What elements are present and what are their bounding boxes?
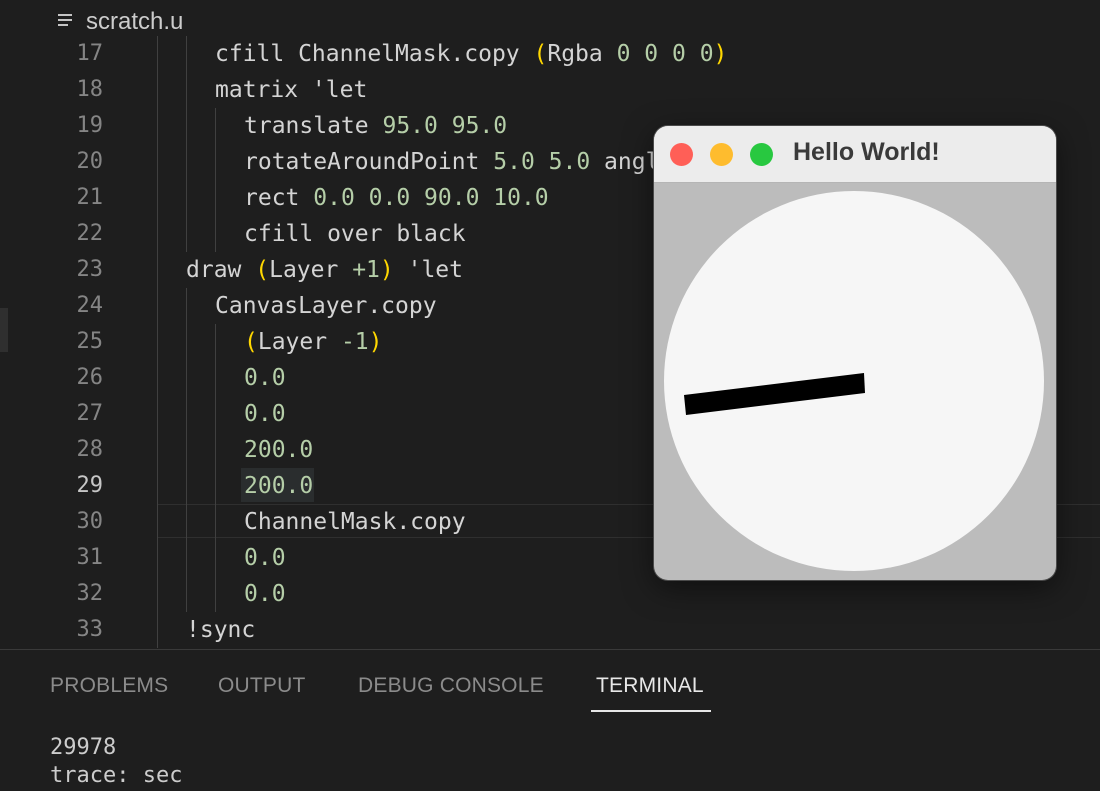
line-number: 31 xyxy=(76,545,104,570)
code-text: 200.0 xyxy=(244,468,313,504)
zoom-window-icon[interactable] xyxy=(750,143,773,166)
line-number: 22 xyxy=(76,221,104,246)
code-text: draw (Layer +1) 'let xyxy=(186,252,463,288)
code-text: 0.0 xyxy=(244,396,286,432)
line-number: 20 xyxy=(76,149,104,174)
window-titlebar[interactable]: Hello World! xyxy=(654,126,1056,183)
code-text: translate 95.0 95.0 xyxy=(244,108,507,144)
code-text: 0.0 xyxy=(244,540,286,576)
number-token: -1 xyxy=(340,329,369,355)
code-token: rect xyxy=(244,185,314,211)
code-token: Rgba xyxy=(547,41,617,67)
line-number: 33 xyxy=(76,617,104,642)
terminal-line: trace: sec xyxy=(50,763,183,788)
number-token: 0.0 xyxy=(244,401,286,427)
code-token: matrix 'let xyxy=(215,77,368,103)
bracket-token: ) xyxy=(379,257,394,283)
code-text: cfill over black xyxy=(244,216,466,252)
bracket-token: ) xyxy=(368,329,383,355)
scrollbar-marker[interactable] xyxy=(0,308,8,352)
file-lines-icon xyxy=(58,11,72,29)
code-text: 0.0 xyxy=(244,360,286,396)
code-text: ChannelMask.copy xyxy=(244,504,466,540)
bracket-token: ( xyxy=(533,41,548,67)
code-token: Layer xyxy=(269,257,353,283)
code-token: draw xyxy=(186,257,256,283)
window-title: Hello World! xyxy=(793,138,940,166)
code-text: (Layer -1) xyxy=(244,324,383,360)
editor-tab-title[interactable]: scratch.u xyxy=(86,8,183,36)
tab-terminal[interactable]: TERMINAL xyxy=(596,674,704,698)
render-canvas xyxy=(664,191,1044,571)
code-line[interactable]: 32 0.0 xyxy=(0,576,1100,612)
number-token: 0.0 xyxy=(244,365,286,391)
bracket-token: ( xyxy=(255,257,270,283)
code-text: cfill ChannelMask.copy (Rgba 0 0 0 0) xyxy=(215,36,727,72)
code-token: !sync xyxy=(186,617,256,643)
number-token: 200.0 xyxy=(244,473,314,499)
tab-problems[interactable]: PROBLEMS xyxy=(50,674,168,698)
hello-world-window[interactable]: Hello World! xyxy=(654,126,1056,580)
number-token: 0.0 xyxy=(244,545,286,571)
number-token: 5.0 5.0 xyxy=(493,149,591,175)
line-number: 27 xyxy=(76,401,104,426)
line-number: 28 xyxy=(76,437,104,462)
tab-output[interactable]: OUTPUT xyxy=(218,674,306,698)
number-token: 95.0 95.0 xyxy=(382,113,508,139)
code-token: rotateAroundPoint xyxy=(244,149,494,175)
number-token: 0.0 0.0 90.0 10.0 xyxy=(313,185,549,211)
code-text: rotateAroundPoint 5.0 5.0 angle xyxy=(244,144,673,180)
bottom-panel: PROBLEMS OUTPUT DEBUG CONSOLE TERMINAL 2… xyxy=(0,649,1100,791)
line-number: 23 xyxy=(76,257,104,282)
code-line[interactable]: 17 cfill ChannelMask.copy (Rgba 0 0 0 0) xyxy=(0,36,1100,72)
code-token: cfill ChannelMask.copy xyxy=(215,41,534,67)
code-text: 200.0 xyxy=(244,432,313,468)
code-text: matrix 'let xyxy=(215,72,367,108)
line-number: 18 xyxy=(76,77,104,102)
line-number: 19 xyxy=(76,113,104,138)
code-token: CanvasLayer.copy xyxy=(215,293,437,319)
code-line[interactable]: 18 matrix 'let xyxy=(0,72,1100,108)
tab-debug-console[interactable]: DEBUG CONSOLE xyxy=(358,674,544,698)
active-tab-indicator xyxy=(591,710,711,712)
number-token: 0.0 xyxy=(244,581,286,607)
close-window-icon[interactable] xyxy=(670,143,693,166)
code-line[interactable]: 33 !sync xyxy=(0,612,1100,648)
bracket-token: ) xyxy=(713,41,728,67)
line-number: 24 xyxy=(76,293,104,318)
code-token: Layer xyxy=(257,329,341,355)
line-number: 21 xyxy=(76,185,104,210)
minimize-window-icon[interactable] xyxy=(710,143,733,166)
bracket-token: ( xyxy=(244,329,258,355)
code-token: ChannelMask.copy xyxy=(244,509,466,535)
number-token: 0 0 0 0 xyxy=(616,41,714,67)
terminal-line: 29978 xyxy=(50,735,117,760)
line-number: 26 xyxy=(76,365,104,390)
line-number: 30 xyxy=(76,509,104,534)
line-number: 17 xyxy=(76,41,104,66)
number-token: +1 xyxy=(352,257,380,283)
line-number: 29 xyxy=(76,473,104,498)
number-token: 200.0 xyxy=(244,437,314,463)
code-text: rect 0.0 0.0 90.0 10.0 xyxy=(244,180,549,216)
code-text: CanvasLayer.copy xyxy=(215,288,437,324)
code-text: !sync xyxy=(186,612,255,648)
code-token: cfill over black xyxy=(244,221,466,247)
code-token: 'let xyxy=(393,257,464,283)
code-token: translate xyxy=(244,113,383,139)
line-number: 25 xyxy=(76,329,104,354)
line-number: 32 xyxy=(76,581,104,606)
code-text: 0.0 xyxy=(244,576,286,612)
